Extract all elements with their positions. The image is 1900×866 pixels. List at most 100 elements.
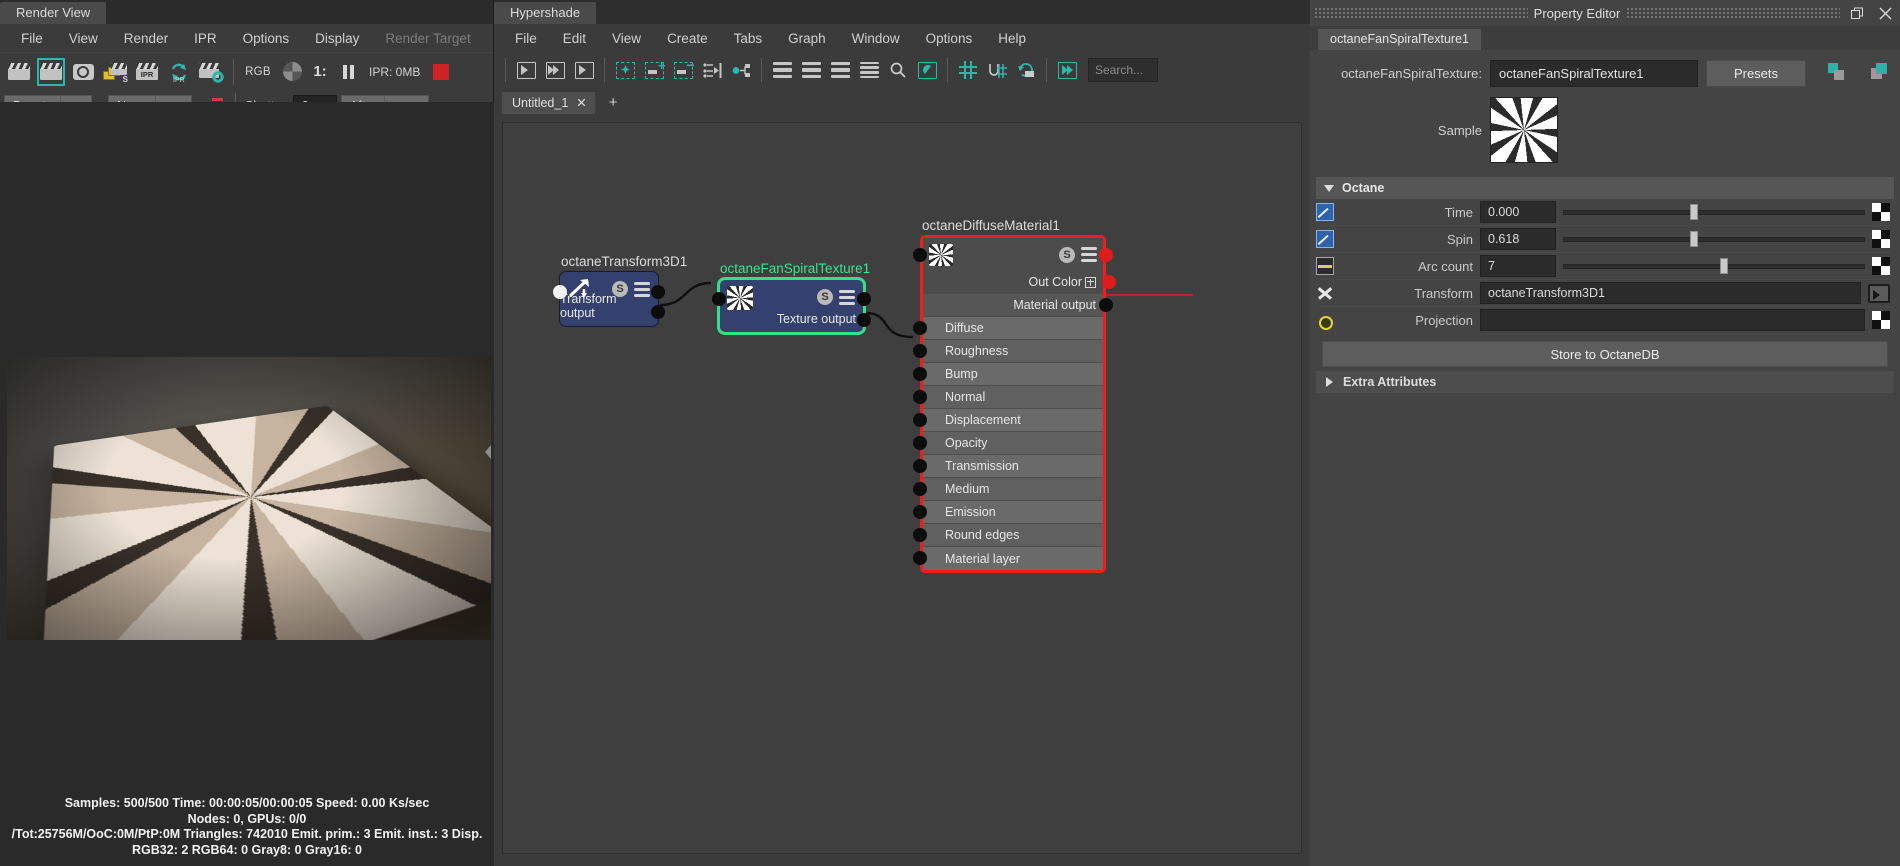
- map-checker-icon-spin[interactable]: [1872, 230, 1890, 248]
- out-color-port[interactable]: [1102, 275, 1116, 289]
- menu-file[interactable]: File: [502, 29, 550, 48]
- animation-curve-icon[interactable]: [1316, 230, 1334, 248]
- slider-spin[interactable]: [1563, 228, 1865, 250]
- drag-handle-left[interactable]: [1314, 7, 1528, 19]
- input-port-normal[interactable]: [913, 390, 927, 404]
- node-octane-transform-3d[interactable]: octaneTransform3D1 S Transform output: [553, 254, 687, 327]
- menu-view[interactable]: View: [599, 29, 654, 48]
- layout-list-icon[interactable]: [855, 56, 883, 84]
- node-badge-s[interactable]: S: [817, 289, 833, 305]
- undock-icon[interactable]: [1846, 3, 1868, 23]
- map-checker-icon-projection[interactable]: [1872, 311, 1890, 329]
- node-row-diffuse[interactable]: Diffuse: [913, 317, 1103, 340]
- input-port-bump[interactable]: [913, 367, 927, 381]
- render-current-frame-icon[interactable]: [4, 57, 34, 87]
- input-port-displacement[interactable]: [913, 413, 927, 427]
- node-input-port[interactable]: [712, 292, 726, 306]
- close-icon[interactable]: [1874, 3, 1896, 23]
- menu-options[interactable]: Options: [913, 29, 986, 48]
- presets-button[interactable]: Presets: [1706, 60, 1806, 87]
- node-graph-canvas[interactable]: octaneTransform3D1 S Transform output oc…: [502, 122, 1302, 854]
- zoom-ratio-button[interactable]: 1:: [309, 57, 331, 87]
- go-to-input-icon-transform[interactable]: [1868, 283, 1890, 303]
- pause-icon[interactable]: [333, 57, 363, 87]
- snap-to-grid-icon[interactable]: [983, 56, 1011, 84]
- drag-handle-right[interactable]: [1626, 7, 1841, 19]
- node-row-bump[interactable]: Bump: [913, 363, 1103, 386]
- transform-3d-icon[interactable]: [1316, 284, 1334, 302]
- node-row-out-color[interactable]: Out Color: [923, 271, 1116, 294]
- menu-ipr[interactable]: IPR: [181, 29, 230, 48]
- render-sequence-icon[interactable]: S: [100, 57, 130, 87]
- section-header-octane[interactable]: Octane: [1316, 177, 1894, 199]
- node-row-displacement[interactable]: Displacement: [913, 409, 1103, 432]
- expand-plus-icon[interactable]: [1085, 276, 1096, 288]
- attr-value-time[interactable]: 0.000: [1480, 201, 1556, 223]
- node-row-material-output[interactable]: Material output: [923, 294, 1113, 317]
- search-input[interactable]: Search...: [1088, 58, 1158, 82]
- node-output-port-top[interactable]: [651, 285, 665, 299]
- node-badge-s[interactable]: S: [1059, 246, 1075, 263]
- stop-render-icon[interactable]: [426, 57, 456, 87]
- graph-input-connections-icon[interactable]: [512, 56, 540, 84]
- map-checker-icon-arc-count[interactable]: [1872, 257, 1890, 275]
- attr-value-spin[interactable]: 0.618: [1480, 228, 1556, 250]
- node-output-port[interactable]: [857, 313, 871, 327]
- node-row-opacity[interactable]: Opacity: [913, 432, 1103, 455]
- reset-view-icon[interactable]: [1012, 56, 1040, 84]
- menu-render[interactable]: Render: [111, 29, 181, 48]
- graph-output-connections-icon[interactable]: [570, 56, 598, 84]
- attr-value-transform[interactable]: octaneTransform3D1: [1480, 282, 1861, 304]
- collapse-arrow-icon[interactable]: [484, 437, 492, 467]
- section-header-extra-attributes[interactable]: Extra Attributes: [1316, 371, 1894, 393]
- node-output-port[interactable]: [651, 305, 665, 319]
- tab-octane-fan-spiral-texture-1[interactable]: octaneFanSpiralTexture1: [1318, 29, 1481, 50]
- show-upstream-icon[interactable]: [727, 56, 755, 84]
- toggle-panel-icon[interactable]: [1053, 56, 1081, 84]
- layout-horizontal-icon[interactable]: [768, 56, 796, 84]
- material-output-port[interactable]: [1099, 298, 1113, 312]
- projection-icon[interactable]: [1316, 311, 1334, 330]
- node-row-transmission[interactable]: Transmission: [913, 455, 1103, 478]
- node-input-port-top[interactable]: [913, 248, 927, 262]
- render-view-canvas[interactable]: Samples: 500/500 Time: 00:00:05/00:00:05…: [0, 102, 494, 866]
- input-port-transmission[interactable]: [913, 459, 927, 473]
- input-port-opacity[interactable]: [913, 436, 927, 450]
- menu-view[interactable]: View: [56, 29, 111, 48]
- copy-tab-icon[interactable]: [1871, 62, 1888, 85]
- input-port-roughness[interactable]: [913, 344, 927, 358]
- zoom-icon[interactable]: [884, 56, 912, 84]
- node-octane-fan-spiral-texture[interactable]: octaneFanSpiralTexture1 S Texture output: [712, 261, 871, 334]
- input-port-diffuse[interactable]: [913, 321, 927, 335]
- graph-input-output-connections-icon[interactable]: [541, 56, 569, 84]
- rgb-channel-button[interactable]: RGB: [241, 57, 275, 87]
- grid-snap-icon[interactable]: [954, 56, 982, 84]
- node-row-emission[interactable]: Emission: [913, 501, 1103, 524]
- input-port-material-layer[interactable]: [913, 551, 927, 565]
- menu-window[interactable]: Window: [839, 29, 913, 48]
- menu-graph[interactable]: Graph: [775, 29, 839, 48]
- node-output-port-top[interactable]: [857, 292, 871, 306]
- chevron-right-icon[interactable]: [1326, 377, 1333, 387]
- menu-options[interactable]: Options: [230, 29, 303, 48]
- input-port-medium[interactable]: [913, 482, 927, 496]
- chevron-down-icon[interactable]: [1324, 184, 1334, 192]
- node-menu-icon[interactable]: [1081, 247, 1097, 262]
- attr-value-arc-count[interactable]: 7: [1480, 255, 1556, 277]
- node-octane-diffuse-material[interactable]: octaneDiffuseMaterial1 S Out Color Mater…: [913, 218, 1116, 573]
- node-row-normal[interactable]: Normal: [913, 386, 1103, 409]
- layout-compact-icon[interactable]: [826, 56, 854, 84]
- input-port-emission[interactable]: [913, 505, 927, 519]
- tab-render-view[interactable]: Render View: [0, 2, 107, 24]
- menu-create[interactable]: Create: [654, 29, 721, 48]
- rearrange-graph-icon[interactable]: [698, 56, 726, 84]
- alpha-channel-icon[interactable]: [277, 57, 307, 87]
- node-row-round-edges[interactable]: Round edges: [913, 524, 1103, 547]
- node-body[interactable]: S Transform output: [553, 271, 665, 327]
- snapshot-icon[interactable]: [68, 57, 98, 87]
- node-row-roughness[interactable]: Roughness: [913, 340, 1103, 363]
- node-body[interactable]: S Texture output: [712, 278, 871, 334]
- render-region-icon[interactable]: [36, 57, 66, 87]
- menu-help[interactable]: Help: [985, 29, 1039, 48]
- menu-display[interactable]: Display: [302, 29, 372, 48]
